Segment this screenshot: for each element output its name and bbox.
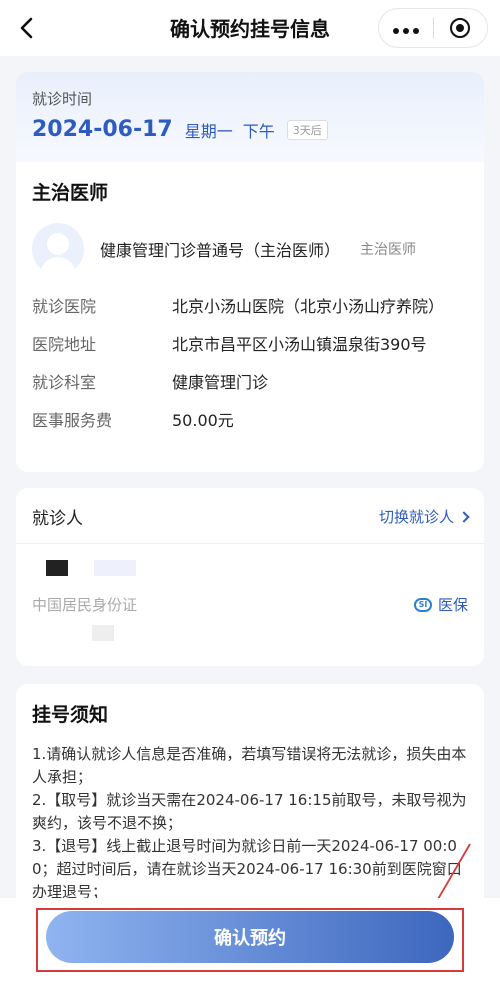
patient-id-row: 中国居民身份证 SI 医保	[16, 576, 484, 615]
medical-insurance-icon: SI	[413, 597, 432, 612]
info-row-fee: 医事服务费 50.00元	[32, 409, 468, 433]
info-value: 50.00元	[172, 411, 234, 430]
doctor-avatar-icon	[32, 223, 84, 275]
notice-title: 挂号须知	[32, 704, 109, 726]
switch-patient-label: 切换就诊人	[378, 508, 454, 526]
info-key: 医事服务费	[32, 411, 113, 430]
info-list: 就诊医院 北京小汤山医院（北京小汤山疗养院） 医院地址 北京市昌平区小汤山镇温泉…	[32, 295, 468, 433]
info-row-hospital: 就诊医院 北京小汤山医院（北京小汤山疗养院）	[32, 295, 468, 319]
patient-card: 就诊人 切换就诊人 中国居民身份证 SI 医保	[16, 488, 484, 666]
notice-list: 1.请确认就诊人信息是否准确，若填写错误将无法就诊，损失由本人承担； 2.【取号…	[32, 743, 468, 904]
info-key: 就诊科室	[32, 373, 97, 392]
mask-block	[94, 560, 136, 576]
doctor-name: 健康管理门诊普通号（主治医师）	[100, 241, 341, 260]
doctor-title: 主治医师	[360, 242, 417, 258]
patient-id-masked	[16, 615, 484, 641]
visit-time-label: 就诊时间	[32, 90, 93, 108]
medical-insurance-badge: SI 医保	[413, 594, 468, 615]
mini-program-capsule	[378, 8, 488, 48]
switch-patient-button[interactable]: 切换就诊人	[378, 506, 470, 527]
chevron-right-icon	[458, 510, 470, 523]
mask-block	[92, 625, 114, 641]
visit-period: 下午	[242, 121, 275, 141]
more-button[interactable]	[379, 9, 433, 47]
patient-label: 就诊人	[32, 509, 83, 529]
doctor-section-title: 主治医师	[32, 182, 109, 204]
visit-time-section: 就诊时间 2024-06-17 星期一 下午 3天后	[16, 72, 484, 162]
appointment-info-card: 就诊时间 2024-06-17 星期一 下午 3天后 主治医师 健康管理门诊普通…	[16, 72, 484, 472]
bottom-action-bar: 确认预约	[0, 898, 500, 991]
patient-name-masked	[16, 544, 484, 576]
info-row-address: 医院地址 北京市昌平区小汤山镇温泉街390号	[32, 333, 468, 357]
visit-time-row: 2024-06-17 星期一 下午 3天后	[32, 117, 484, 142]
nav-bar: 确认预约挂号信息	[0, 0, 500, 56]
notice-card: 挂号须知 1.请确认就诊人信息是否准确，若填写错误将无法就诊，损失由本人承担； …	[16, 684, 484, 924]
notice-item: 2.【取号】就诊当天需在2024-06-17 16:15前取号，未取号视为爽约，…	[32, 791, 467, 832]
visit-weekday: 星期一	[184, 121, 233, 141]
visit-date: 2024-06-17	[32, 117, 173, 142]
close-mini-program-button[interactable]	[434, 9, 488, 47]
info-key: 就诊医院	[32, 297, 97, 316]
medical-insurance-label: 医保	[437, 596, 468, 614]
info-value: 北京小汤山医院（北京小汤山疗养院）	[172, 297, 445, 316]
info-value: 健康管理门诊	[172, 373, 269, 392]
doctor-row: 健康管理门诊普通号（主治医师） 主治医师	[32, 223, 468, 275]
id-type: 中国居民身份证	[32, 596, 138, 614]
notice-item: 1.请确认就诊人信息是否准确，若填写错误将无法就诊，损失由本人承担；	[32, 745, 467, 786]
doctor-section: 主治医师 健康管理门诊普通号（主治医师） 主治医师 就诊医院 北京小汤山医院（北…	[16, 162, 484, 433]
target-circle-icon	[450, 18, 471, 38]
days-until-badge: 3天后	[286, 119, 328, 140]
mask-block	[46, 560, 68, 576]
info-key: 医院地址	[32, 335, 97, 354]
more-dots-icon	[391, 19, 421, 38]
info-value: 北京市昌平区小汤山镇温泉街390号	[172, 335, 427, 354]
info-row-department: 就诊科室 健康管理门诊	[32, 371, 468, 395]
notice-item: 3.【退号】线上截止退号时间为就诊日前一天2024-06-17 00:00；超过…	[32, 837, 462, 901]
confirm-appointment-button[interactable]: 确认预约	[46, 911, 454, 963]
patient-header: 就诊人 切换就诊人	[16, 488, 484, 529]
